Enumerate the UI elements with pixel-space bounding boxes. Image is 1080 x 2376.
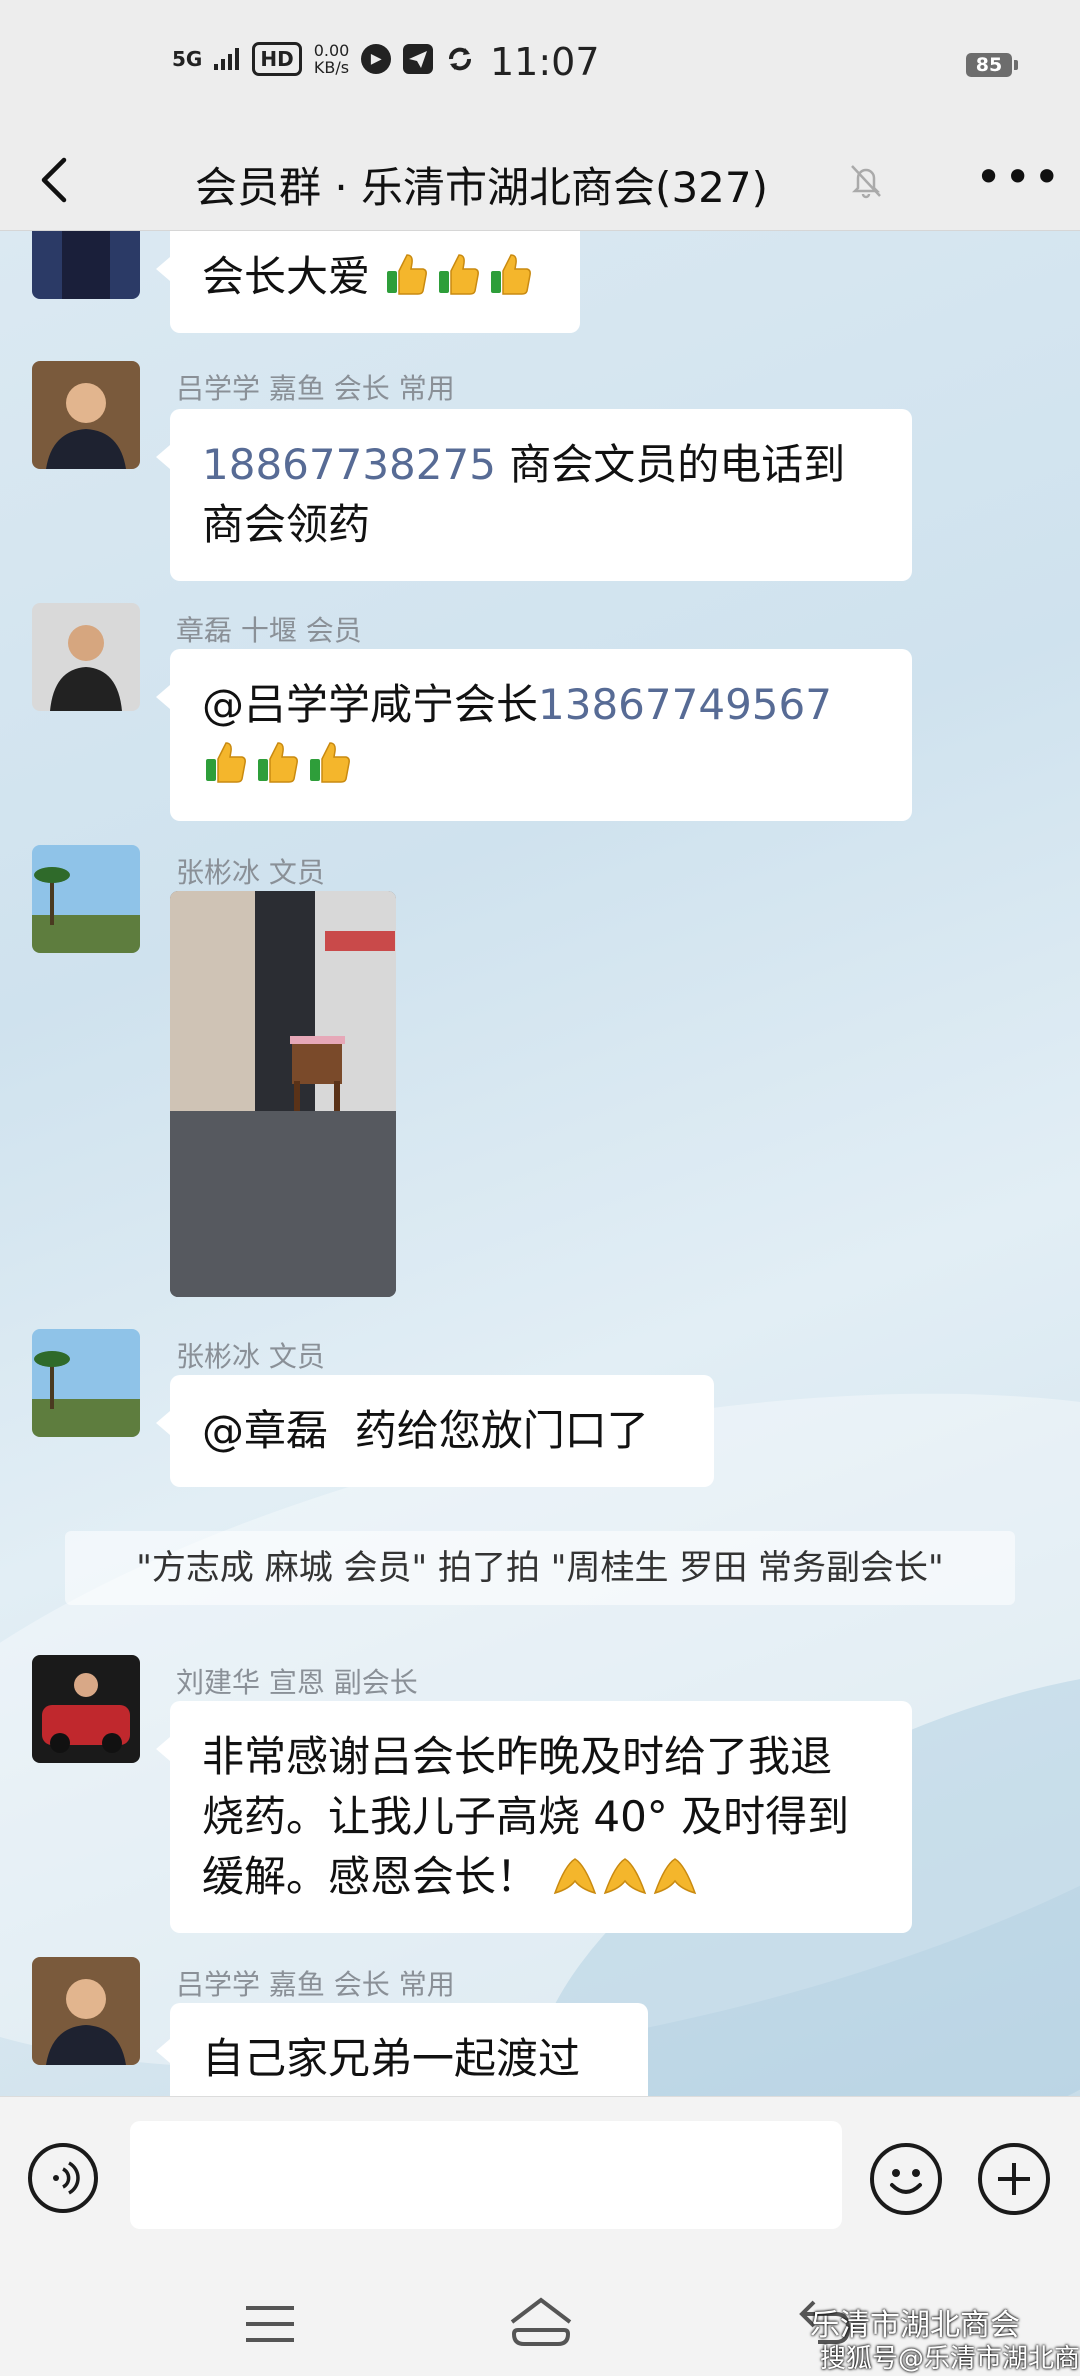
voice-icon[interactable] — [28, 2143, 98, 2213]
praying-hands-icon — [554, 1858, 597, 1895]
sender-name: 张彬冰 文员 — [176, 1340, 325, 1373]
message-text: 自己家兄弟一起渡过 — [202, 2034, 581, 2083]
avatar[interactable] — [32, 231, 140, 299]
watermark-source: 搜狐号@乐清市湖北商会 — [820, 2344, 1080, 2374]
sender-name: 刘建华 宣恩 副会长 — [176, 1666, 418, 1699]
message-bubble[interactable]: @吕学学咸宁会长13867749567 — [156, 649, 912, 821]
avatar[interactable] — [32, 603, 140, 711]
message-text: 缓解。感恩会长！ — [202, 1852, 539, 1901]
play-icon: ▶ — [361, 44, 392, 74]
message-text: @章磊 药给您放门口了 — [202, 1406, 649, 1455]
more-dots-icon[interactable]: ••• — [975, 150, 1062, 204]
signal-icon — [214, 48, 240, 70]
thumbs-up-icon — [491, 254, 532, 295]
thumbs-up-icon — [206, 742, 246, 783]
message-bubble[interactable]: 非常感谢吕会长昨晚及时给了我退 烧药。让我儿子高烧 40° 及时得到 缓解。感恩… — [156, 1701, 912, 1933]
message-text: @吕学学咸宁会长 — [202, 680, 539, 729]
praying-hands-icon — [654, 1858, 697, 1895]
chat-title: 会员群 · 乐清市湖北商会(327) — [195, 163, 768, 212]
message-text: 会长大爱 — [202, 252, 371, 301]
avatar[interactable] — [32, 361, 140, 469]
clock: 11:07 — [490, 40, 600, 84]
status-icons: 5G HD 0.00 KB/s ▶ — [172, 42, 475, 76]
net-speed-unit: KB/s — [313, 58, 350, 77]
home-icon[interactable] — [506, 2296, 576, 2348]
avatar[interactable] — [32, 1957, 140, 2065]
send-icon — [403, 44, 434, 74]
input-bar — [0, 2096, 1080, 2257]
network-indicator: 5G — [172, 47, 203, 71]
thumbs-up-icon — [387, 254, 428, 295]
sender-name: 吕学学 嘉鱼 会长 常用 — [176, 1968, 455, 2001]
sender-name: 吕学学 嘉鱼 会长 常用 — [176, 372, 455, 405]
sender-name: 张彬冰 文员 — [176, 856, 325, 889]
hd-badge: HD — [252, 42, 302, 76]
sync-icon — [449, 47, 472, 71]
praying-hands-icon — [604, 1858, 647, 1895]
phone-link[interactable]: 13867749567 — [538, 680, 832, 729]
message-input[interactable] — [130, 2121, 842, 2229]
message-bubble[interactable]: 18867738275 商会文员的电话到 商会领药 — [156, 409, 912, 581]
thumbs-up-icon — [439, 254, 480, 295]
message-text: 非常感谢吕会长昨晚及时给了我退 — [202, 1732, 833, 1781]
status-bar: 5G HD 0.00 KB/s ▶ 11:07 85 — [0, 0, 1080, 130]
thumbs-up-icon — [310, 742, 350, 783]
message-text: 商会领药 — [202, 500, 371, 549]
message-bubble[interactable]: 自己家兄弟一起渡过 — [156, 2003, 648, 2096]
message-bubble[interactable]: 会长大爱 — [156, 231, 580, 333]
system-nav-bar: 乐清市湖北商会 搜狐号@乐清市湖北商会 — [0, 2256, 1080, 2376]
message-bubble[interactable]: @章磊 药给您放门口了 — [156, 1375, 714, 1487]
chat-area[interactable]: 会长大爱 吕学学 嘉鱼 会长 常用 18867738275 商会文员的电话到 商… — [0, 231, 1080, 2096]
phone-link[interactable]: 18867738275 — [202, 440, 496, 489]
menu-icon[interactable] — [244, 2304, 296, 2344]
emoji-icon[interactable] — [870, 2143, 942, 2215]
avatar[interactable] — [32, 845, 140, 953]
thumbs-up-icon — [258, 742, 298, 783]
sender-name: 章磊 十堰 会员 — [176, 614, 362, 647]
message-text: 烧药。让我儿子高烧 40° 及时得到 — [202, 1792, 850, 1841]
image-message[interactable] — [170, 891, 396, 1297]
system-message: "方志成 麻城 会员" 拍了拍 "周桂生 罗田 常务副会长" — [65, 1531, 1015, 1605]
plus-icon[interactable] — [978, 2143, 1050, 2215]
avatar[interactable] — [32, 1655, 140, 1763]
chevron-left-icon[interactable] — [30, 152, 86, 208]
chat-header: 会员群 · 乐清市湖北商会(327) ••• — [0, 130, 1080, 231]
message-text: 商会文员的电话到 — [495, 440, 846, 489]
net-speed: 0.00 KB/s — [314, 42, 350, 76]
battery-indicator: 85 — [966, 53, 1018, 77]
bell-off-icon — [851, 165, 881, 199]
avatar[interactable] — [32, 1329, 140, 1437]
